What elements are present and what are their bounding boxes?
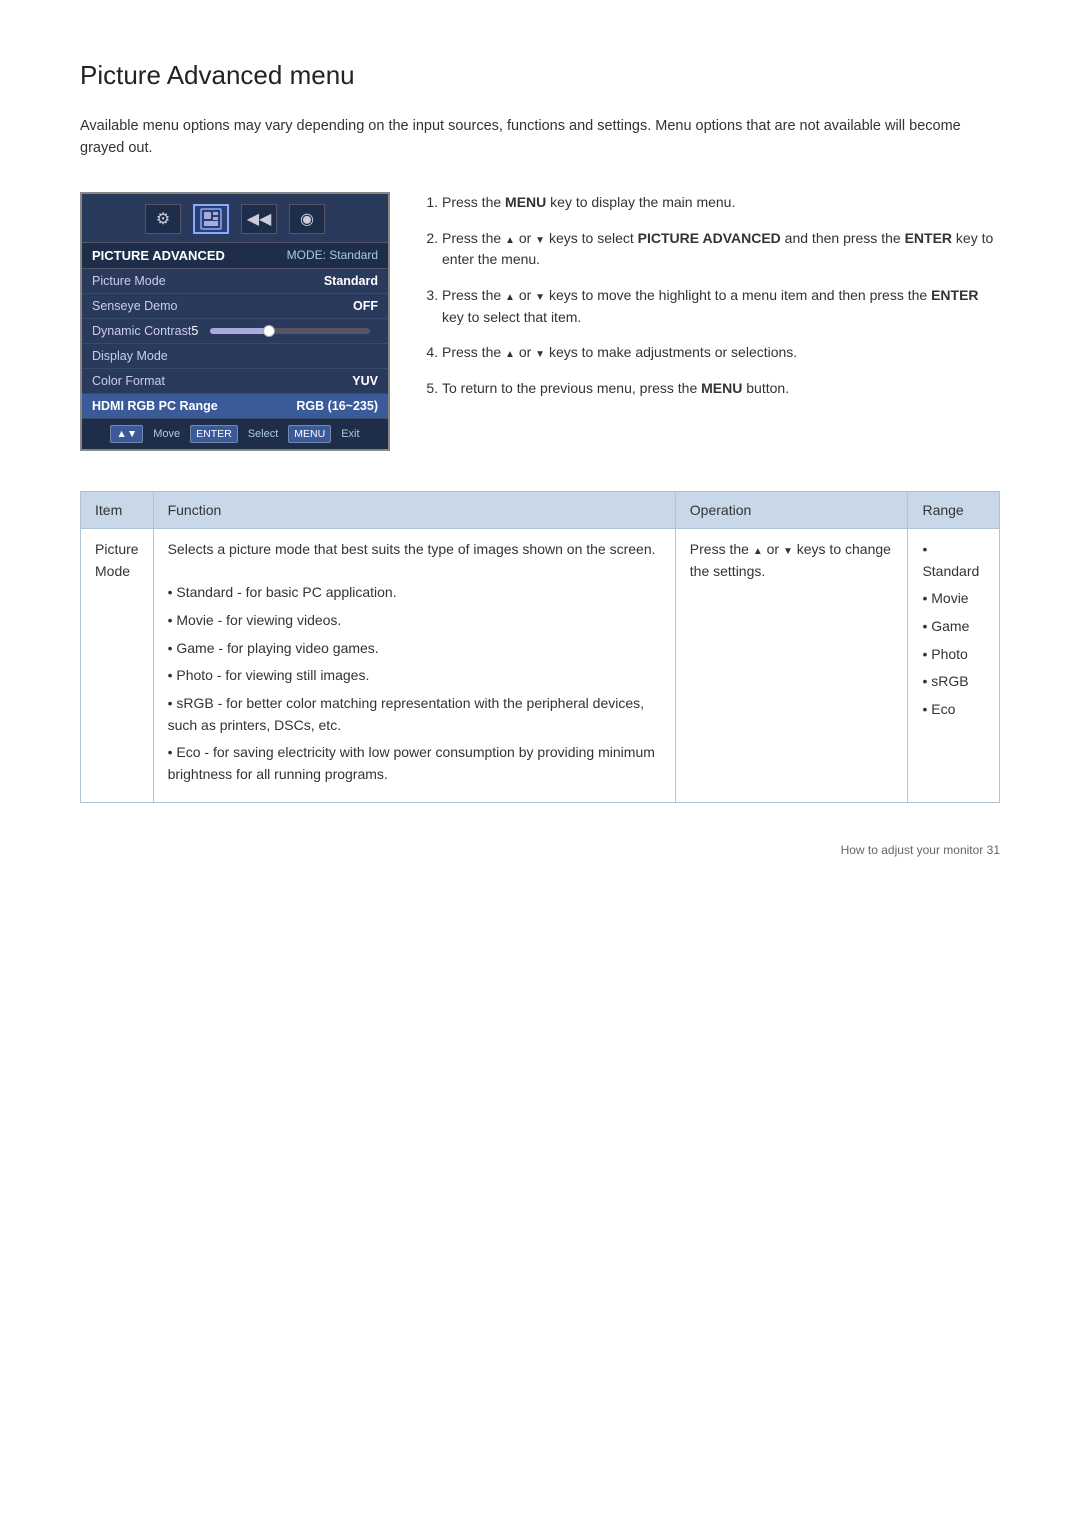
osd-slider-fill	[210, 328, 266, 334]
tri-down-icon-4	[535, 344, 545, 360]
osd-menu-btn[interactable]: MENU	[288, 425, 331, 443]
step-1-key: MENU	[505, 194, 546, 210]
cell-operation: Press the or keys to change the settings…	[675, 528, 908, 802]
step-2-key: ENTER	[905, 230, 952, 246]
osd-row-dynamic-contrast: Dynamic Contrast 5	[82, 319, 388, 344]
col-header-function: Function	[153, 491, 675, 528]
function-table: Item Function Operation Range Picture Mo…	[80, 491, 1000, 803]
osd-enter-btn[interactable]: ENTER	[190, 425, 238, 443]
content-area: ⚙ ◀◀ ◉ PICTURE ADVANCED MODE: Standard P…	[80, 192, 1000, 451]
osd-row-color-format: Color Format YUV	[82, 369, 388, 394]
tri-down-icon-3	[535, 287, 545, 303]
osd-icons-row: ⚙ ◀◀ ◉	[82, 194, 388, 242]
osd-row-display-mode: Display Mode	[82, 344, 388, 369]
osd-label-hdmi-rgb: HDMI RGB PC Range	[92, 399, 218, 413]
tri-down-icon-op	[783, 541, 793, 557]
range-standard: Standard	[922, 539, 985, 582]
table-header-row: Item Function Operation Range	[81, 491, 1000, 528]
osd-icon-picture[interactable]: ⚙	[145, 204, 181, 234]
osd-value-color-format: YUV	[352, 374, 378, 388]
col-header-operation: Operation	[675, 491, 908, 528]
step-5-key: MENU	[701, 380, 742, 396]
osd-move-btn[interactable]: ▲▼	[110, 425, 143, 443]
page-footer: How to adjust your monitor 31	[80, 843, 1000, 857]
osd-panel: ⚙ ◀◀ ◉ PICTURE ADVANCED MODE: Standard P…	[80, 192, 390, 451]
function-bullets: Standard - for basic PC application. Mov…	[168, 582, 661, 786]
step-2-menu: PICTURE ADVANCED	[638, 230, 781, 246]
osd-footer: ▲▼ Move ENTER Select MENU Exit	[82, 419, 388, 449]
step-1: Press the MENU key to display the main m…	[442, 192, 1000, 214]
osd-label-display-mode: Display Mode	[92, 349, 168, 363]
steps-column: Press the MENU key to display the main m…	[422, 192, 1000, 414]
osd-label-dynamic-contrast: Dynamic Contrast	[92, 324, 191, 338]
osd-move-label: Move	[153, 428, 180, 440]
osd-exit-label: Exit	[341, 428, 359, 440]
range-bullets: Standard Movie Game Photo sRGB Eco	[922, 539, 985, 721]
col-header-item: Item	[81, 491, 154, 528]
bullet-eco: Eco - for saving electricity with low po…	[168, 742, 661, 785]
step-2: Press the or keys to select PICTURE ADVA…	[442, 228, 1000, 271]
cell-function: Selects a picture mode that best suits t…	[153, 528, 675, 802]
osd-value-hdmi-rgb: RGB (16~235)	[296, 399, 378, 413]
page-title: Picture Advanced menu	[80, 60, 1000, 91]
bullet-photo: Photo - for viewing still images.	[168, 665, 661, 687]
osd-label-picture-mode: Picture Mode	[92, 274, 166, 288]
osd-icon-picture-advanced[interactable]	[193, 204, 229, 234]
bullet-movie: Movie - for viewing videos.	[168, 610, 661, 632]
tri-down-icon-2	[535, 230, 545, 246]
osd-icon-audio[interactable]: ◀◀	[241, 204, 277, 234]
bullet-game: Game - for playing video games.	[168, 638, 661, 660]
table-row: Picture Mode Selects a picture mode that…	[81, 528, 1000, 802]
osd-value-senseye: OFF	[353, 299, 378, 313]
tri-up-icon-op	[753, 541, 763, 557]
cell-range: Standard Movie Game Photo sRGB Eco	[908, 528, 1000, 802]
tri-up-icon-4	[505, 344, 515, 360]
cell-item: Picture Mode	[81, 528, 154, 802]
osd-row-senseye: Senseye Demo OFF	[82, 294, 388, 319]
bullet-srgb: sRGB - for better color matching represe…	[168, 693, 661, 736]
step-3-key: ENTER	[931, 287, 978, 303]
osd-label-senseye: Senseye Demo	[92, 299, 177, 313]
step-3: Press the or keys to move the highlight …	[442, 285, 1000, 328]
osd-select-label: Select	[248, 428, 279, 440]
range-movie: Movie	[922, 588, 985, 610]
col-header-range: Range	[908, 491, 1000, 528]
osd-icon-system[interactable]: ◉	[289, 204, 325, 234]
bullet-standard: Standard - for basic PC application.	[168, 582, 661, 604]
osd-header-title: PICTURE ADVANCED	[92, 248, 225, 263]
range-game: Game	[922, 616, 985, 638]
function-intro: Selects a picture mode that best suits t…	[168, 539, 661, 561]
intro-paragraph: Available menu options may vary dependin…	[80, 115, 1000, 160]
tri-up-icon-3	[505, 287, 515, 303]
osd-header: PICTURE ADVANCED MODE: Standard	[82, 242, 388, 269]
tri-up-icon-2	[505, 230, 515, 246]
osd-slider-thumb	[263, 325, 275, 337]
range-photo: Photo	[922, 644, 985, 666]
osd-header-mode: MODE: Standard	[287, 248, 378, 262]
steps-list: Press the MENU key to display the main m…	[422, 192, 1000, 400]
osd-slider-track[interactable]	[210, 328, 370, 334]
osd-row-picture-mode: Picture Mode Standard	[82, 269, 388, 294]
osd-row-hdmi-rgb: HDMI RGB PC Range RGB (16~235)	[82, 394, 388, 419]
step-5: To return to the previous menu, press th…	[442, 378, 1000, 400]
range-srgb: sRGB	[922, 671, 985, 693]
osd-label-color-format: Color Format	[92, 374, 165, 388]
step-4: Press the or keys to make adjustments or…	[442, 342, 1000, 364]
osd-value-picture-mode: Standard	[324, 274, 378, 288]
range-eco: Eco	[922, 699, 985, 721]
